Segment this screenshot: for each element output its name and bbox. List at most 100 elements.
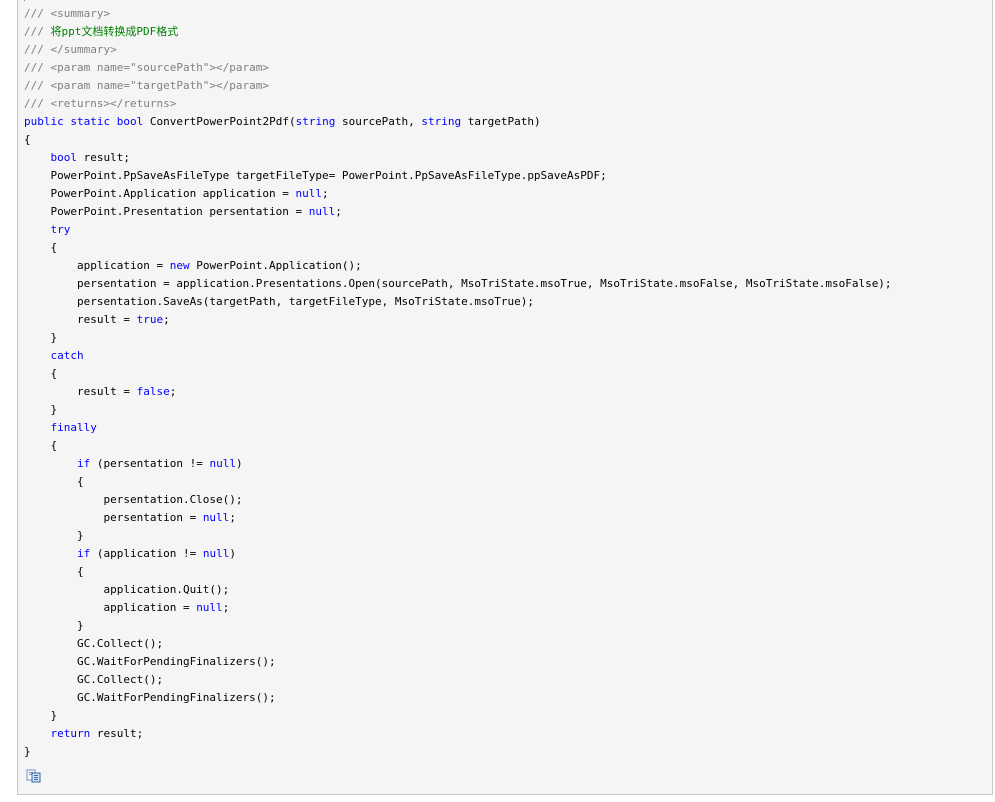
code-text: PowerPoint.Application application = [24, 187, 296, 200]
code-line: /// <param name="sourcePath"></param> [24, 59, 892, 77]
code-text: } [24, 709, 58, 722]
code-text: GC.Collect(); [24, 673, 164, 686]
code-text: ; [335, 205, 342, 218]
code-line: } [24, 743, 892, 761]
code-text: result = [24, 313, 137, 326]
code-line: persentation.SaveAs(targetPath, targetFi… [24, 293, 892, 311]
code-line: PowerPoint.PpSaveAsFileType targetFileTy… [24, 167, 892, 185]
code-line: GC.WaitForPendingFinalizers(); [24, 689, 892, 707]
code-text: } [24, 331, 58, 344]
code-comment: /// </summary> [24, 43, 117, 56]
code-text: { [24, 565, 84, 578]
code-text: GC.Collect(); [24, 637, 164, 650]
code-line: finally [24, 419, 892, 437]
code-text: { [24, 439, 58, 452]
code-literal: null [196, 601, 223, 614]
code-text: (persentation != [90, 457, 210, 470]
copy-code-icon[interactable] [26, 769, 42, 783]
code-line: persentation = application.Presentations… [24, 275, 892, 293]
code-text: application.Quit(); [24, 583, 230, 596]
code-line: } [24, 527, 892, 545]
code-text: { [24, 241, 58, 254]
code-text: PowerPoint.PpSaveAsFileType targetFileTy… [24, 169, 607, 182]
code-keyword: static [70, 115, 111, 128]
code-text: PowerPoint.Application(); [189, 259, 362, 272]
code-literal: null [308, 205, 336, 218]
code-literal: null [209, 457, 236, 470]
code-line: /// <summary> [24, 5, 892, 23]
code-text: persentation = [24, 511, 203, 524]
code-block-panel: /// <summary> /// 将ppt文档转换成PDF格式 /// </sum… [17, 0, 993, 795]
code-line: PowerPoint.Application application = nul… [24, 185, 892, 203]
code-text: ) [235, 457, 243, 470]
code-text: { [24, 133, 31, 146]
code-text: } [24, 403, 58, 416]
code-keyword: finally [50, 421, 97, 434]
code-comment: /// [24, 25, 51, 38]
code-text: ) [229, 547, 236, 560]
code-keyword: public [24, 115, 64, 128]
code-keyword: return [50, 727, 91, 740]
code-line: application = new PowerPoint.Application… [24, 257, 892, 275]
code-text: } [24, 619, 84, 632]
code-line: result = true; [24, 311, 892, 329]
code-literal: null [295, 187, 323, 200]
code-text: { [24, 475, 84, 488]
code-keyword: try [50, 223, 71, 236]
code-keyword: string [421, 115, 462, 128]
code-line: } [24, 707, 892, 725]
code-text: } [24, 529, 84, 542]
code-line: if (application != null) [24, 545, 892, 563]
code-line: GC.Collect(); [24, 635, 892, 653]
code-line: result = false; [24, 383, 892, 401]
code-line: try [24, 221, 892, 239]
code-line: /// 将ppt文档转换成PDF格式 [24, 23, 892, 41]
code-line: { [24, 239, 892, 257]
code-text: GC.WaitForPendingFinalizers(); [24, 691, 276, 704]
code-line: if (persentation != null) [24, 455, 892, 473]
scroll-edge-mark [24, 0, 25, 1]
code-text: persentation = application.Presentations… [24, 277, 892, 290]
code-keyword: bool [116, 115, 144, 128]
code-keyword: bool [50, 151, 78, 164]
code-line: } [24, 401, 892, 419]
code-text: sourcePath, [335, 115, 422, 128]
code-text: targetPath) [461, 115, 541, 128]
code-line: /// <param name="targetPath"></param> [24, 77, 892, 95]
code-text: (application != [90, 547, 203, 560]
code-literal: null [202, 547, 230, 560]
code-line: /// </summary> [24, 41, 892, 59]
code-text: } [24, 745, 31, 758]
code-text: result = [24, 385, 137, 398]
code-comment: 将ppt文档转换成PDF格式 [50, 25, 179, 38]
code-text: { [24, 367, 58, 380]
code-line: persentation.Close(); [24, 491, 892, 509]
code-line: GC.Collect(); [24, 671, 892, 689]
code-text: GC.WaitForPendingFinalizers(); [24, 655, 276, 668]
code-line: { [24, 563, 892, 581]
code-line: return result; [24, 725, 892, 743]
code-comment: /// <param name="targetPath"></param> [24, 79, 270, 92]
code-line: public static bool ConvertPowerPoint2Pdf… [24, 113, 892, 131]
code-keyword: if [76, 547, 91, 560]
code-text: persentation.SaveAs(targetPath, targetFi… [24, 295, 534, 308]
code-keyword: catch [50, 349, 84, 362]
code-line: { [24, 473, 892, 491]
code-text: persentation.Close(); [24, 493, 243, 506]
code-comment: /// <param name="sourcePath"></param> [24, 61, 270, 74]
code-literal: null [202, 511, 230, 524]
code-line: { [24, 437, 892, 455]
code-text: result; [77, 151, 130, 164]
code-text: application = [24, 601, 197, 614]
code-keyword: new [169, 259, 190, 272]
code-line: } [24, 617, 892, 635]
code-line: bool result; [24, 149, 892, 167]
code-text: PowerPoint.Presentation persentation = [24, 205, 309, 218]
code-text: application = [24, 259, 170, 272]
code-line: PowerPoint.Presentation persentation = n… [24, 203, 892, 221]
